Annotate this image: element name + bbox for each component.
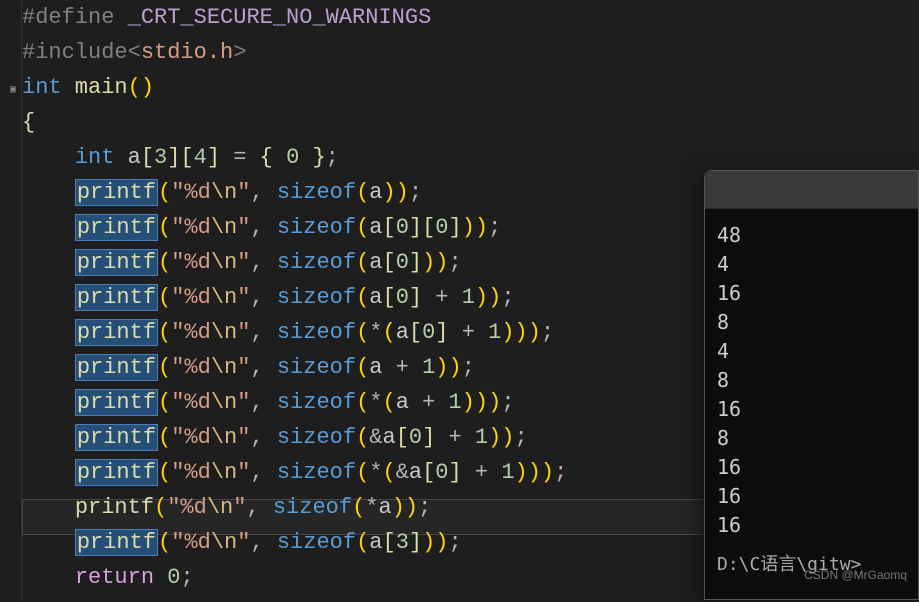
printf-highlight: printf: [75, 284, 158, 311]
console-line: 16: [717, 511, 906, 540]
console-window[interactable]: 48 4 16 8 4 8 16 8 16 16 16 D:\C语言\gitw>: [704, 170, 919, 600]
console-line: 4: [717, 250, 906, 279]
console-line: 16: [717, 453, 906, 482]
console-line: 16: [717, 395, 906, 424]
code-line: {: [22, 105, 919, 140]
printf-highlight: printf: [75, 529, 158, 556]
console-line: 8: [717, 308, 906, 337]
printf-highlight: printf: [75, 389, 158, 416]
watermark: CSDN @MrGaomq: [804, 568, 907, 582]
printf-highlight: printf: [75, 354, 158, 381]
printf-highlight: printf: [75, 459, 158, 486]
printf-highlight: printf: [75, 424, 158, 451]
console-titlebar[interactable]: [705, 171, 918, 209]
console-output: 48 4 16 8 4 8 16 8 16 16 16 D:\C语言\gitw>: [705, 209, 918, 591]
printf-highlight: printf: [75, 249, 158, 276]
printf-highlight: printf: [75, 319, 158, 346]
printf-highlight: printf: [75, 214, 158, 241]
console-line: 16: [717, 279, 906, 308]
console-line: 16: [717, 482, 906, 511]
console-line: 4: [717, 337, 906, 366]
console-line: 48: [717, 221, 906, 250]
console-line: 8: [717, 366, 906, 395]
code-line: #include<stdio.h>: [22, 35, 919, 70]
printf-highlight: printf: [75, 179, 158, 206]
code-line: #define _CRT_SECURE_NO_WARNINGS: [22, 0, 919, 35]
console-line: 8: [717, 424, 906, 453]
code-line: int main(): [22, 70, 919, 105]
